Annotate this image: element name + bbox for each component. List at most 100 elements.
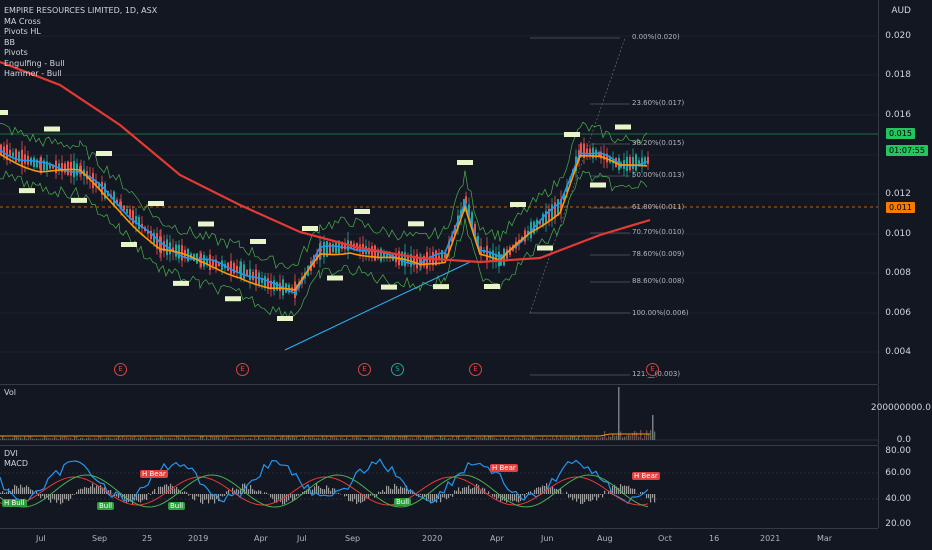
volume-bar xyxy=(578,436,580,440)
macd-histogram-bar xyxy=(232,487,234,494)
volume-bar xyxy=(90,438,92,440)
macd-histogram-bar xyxy=(266,492,268,494)
macd-histogram-bar xyxy=(516,494,518,502)
earnings-marker[interactable]: E xyxy=(236,363,249,376)
macd-histogram-bar xyxy=(254,490,256,494)
volume-bar xyxy=(222,436,224,440)
indicator-pane[interactable]: DVI MACD H Bull H Bear Bull Bull H Bear … xyxy=(0,446,878,529)
candle-body xyxy=(243,264,245,279)
volume-bar xyxy=(64,436,66,440)
axis-tick: 0.006 xyxy=(885,308,911,318)
time-axis[interactable] xyxy=(0,529,932,550)
volume-bar xyxy=(24,436,26,440)
osc-tick: 20.00 xyxy=(885,519,911,529)
volume-bar xyxy=(14,436,16,440)
volume-bar xyxy=(114,437,116,440)
indicator-engulfing-bull[interactable]: Engulfing - Bull xyxy=(4,59,157,70)
macd-histogram-bar xyxy=(380,491,382,494)
volume-bar xyxy=(484,436,486,440)
macd-histogram-bar xyxy=(258,490,260,494)
volume-canvas[interactable] xyxy=(0,385,878,445)
macd-histogram-bar xyxy=(494,494,496,498)
volume-bar xyxy=(554,438,556,440)
macd-histogram-bar xyxy=(148,493,150,494)
volume-bar xyxy=(548,438,550,440)
candle-body xyxy=(374,245,376,261)
volume-axis[interactable]: 200000000.0 0.0 xyxy=(871,385,932,445)
volume-bar xyxy=(302,437,304,440)
macd-histogram-bar xyxy=(98,486,100,494)
volume-bar xyxy=(374,437,376,440)
volume-bar xyxy=(202,436,204,440)
macd-histogram-bar xyxy=(588,494,590,502)
candle-body xyxy=(320,248,322,252)
volume-bar xyxy=(458,436,460,440)
volume-bar xyxy=(606,437,608,440)
indicator-axis[interactable]: 80.00 60.00 40.00 20.00 xyxy=(878,446,932,529)
candle-body xyxy=(273,280,275,291)
volume-bar xyxy=(464,438,466,440)
macd-histogram-bar xyxy=(346,494,348,496)
volume-bar xyxy=(122,436,124,440)
macd-histogram-bar xyxy=(30,489,32,494)
indicator-hammer-bull[interactable]: Hammer - Bull xyxy=(4,69,157,80)
volume-bar xyxy=(566,437,568,440)
macd-histogram-bar xyxy=(560,488,562,494)
macd-histogram-bar xyxy=(348,494,350,502)
volume-bar xyxy=(506,438,508,440)
indicator-pivots-hl[interactable]: Pivots HL xyxy=(4,27,157,38)
earnings-marker[interactable]: E xyxy=(469,363,482,376)
volume-bar xyxy=(144,437,146,440)
level-price-tag: 0.011 xyxy=(886,202,915,213)
symbol-title[interactable]: EMPIRE RESOURCES LIMITED, 1D, ASX xyxy=(4,6,157,17)
volume-bar xyxy=(372,437,374,440)
earnings-marker[interactable]: E xyxy=(646,363,659,376)
volume-bar xyxy=(572,436,574,440)
split-marker[interactable]: S xyxy=(391,363,404,376)
volume-bar xyxy=(296,436,298,440)
volume-bar xyxy=(356,436,358,440)
volume-bar xyxy=(390,437,392,440)
volume-bar xyxy=(238,438,240,440)
earnings-marker[interactable]: E xyxy=(114,363,127,376)
volume-bar xyxy=(162,437,164,440)
volume-bar xyxy=(4,438,6,440)
volume-bar xyxy=(180,437,182,440)
pivot-label-box xyxy=(148,201,164,206)
macd-histogram-bar xyxy=(46,494,48,497)
volume-bar xyxy=(110,438,112,440)
volume-bar xyxy=(624,436,626,440)
volume-bar xyxy=(630,435,632,440)
time-label: 25 xyxy=(142,534,153,543)
macd-histogram-bar xyxy=(94,487,96,494)
macd-histogram-bar xyxy=(586,494,588,500)
macd-histogram-bar xyxy=(28,487,30,494)
volume-bar xyxy=(100,436,102,440)
indicator-bb[interactable]: BB xyxy=(4,38,157,49)
indicator-pivots[interactable]: Pivots xyxy=(4,48,157,59)
macd-histogram-bar xyxy=(446,494,448,500)
volume-bar xyxy=(524,437,526,440)
macd-histogram-bar xyxy=(154,488,156,494)
volume-bar xyxy=(334,437,336,440)
indicator-ma-cross[interactable]: MA Cross xyxy=(4,17,157,28)
macd-histogram-bar xyxy=(402,487,404,494)
volume-bar xyxy=(184,436,186,440)
volume-bar xyxy=(80,438,82,440)
macd-histogram-bar xyxy=(118,494,120,498)
price-axis[interactable]: AUD 0.020 0.018 0.016 0.012 0.010 0.008 … xyxy=(878,0,932,384)
price-chart-pane[interactable]: EMPIRE RESOURCES LIMITED, 1D, ASX MA Cro… xyxy=(0,0,878,385)
volume-bar xyxy=(432,436,434,440)
macd-histogram-bar xyxy=(18,488,20,494)
signal-badge: Bull xyxy=(168,502,186,510)
earnings-marker[interactable]: E xyxy=(358,363,371,376)
candle-body xyxy=(554,202,556,218)
macd-histogram-bar xyxy=(322,489,324,494)
volume-bar xyxy=(318,437,320,440)
volume-bar xyxy=(570,436,572,440)
volume-bar xyxy=(634,430,636,440)
indicator-canvas[interactable] xyxy=(0,446,878,528)
volume-bar xyxy=(438,438,440,440)
volume-pane[interactable]: Vol xyxy=(0,385,878,446)
macd-histogram-bar xyxy=(504,494,506,501)
